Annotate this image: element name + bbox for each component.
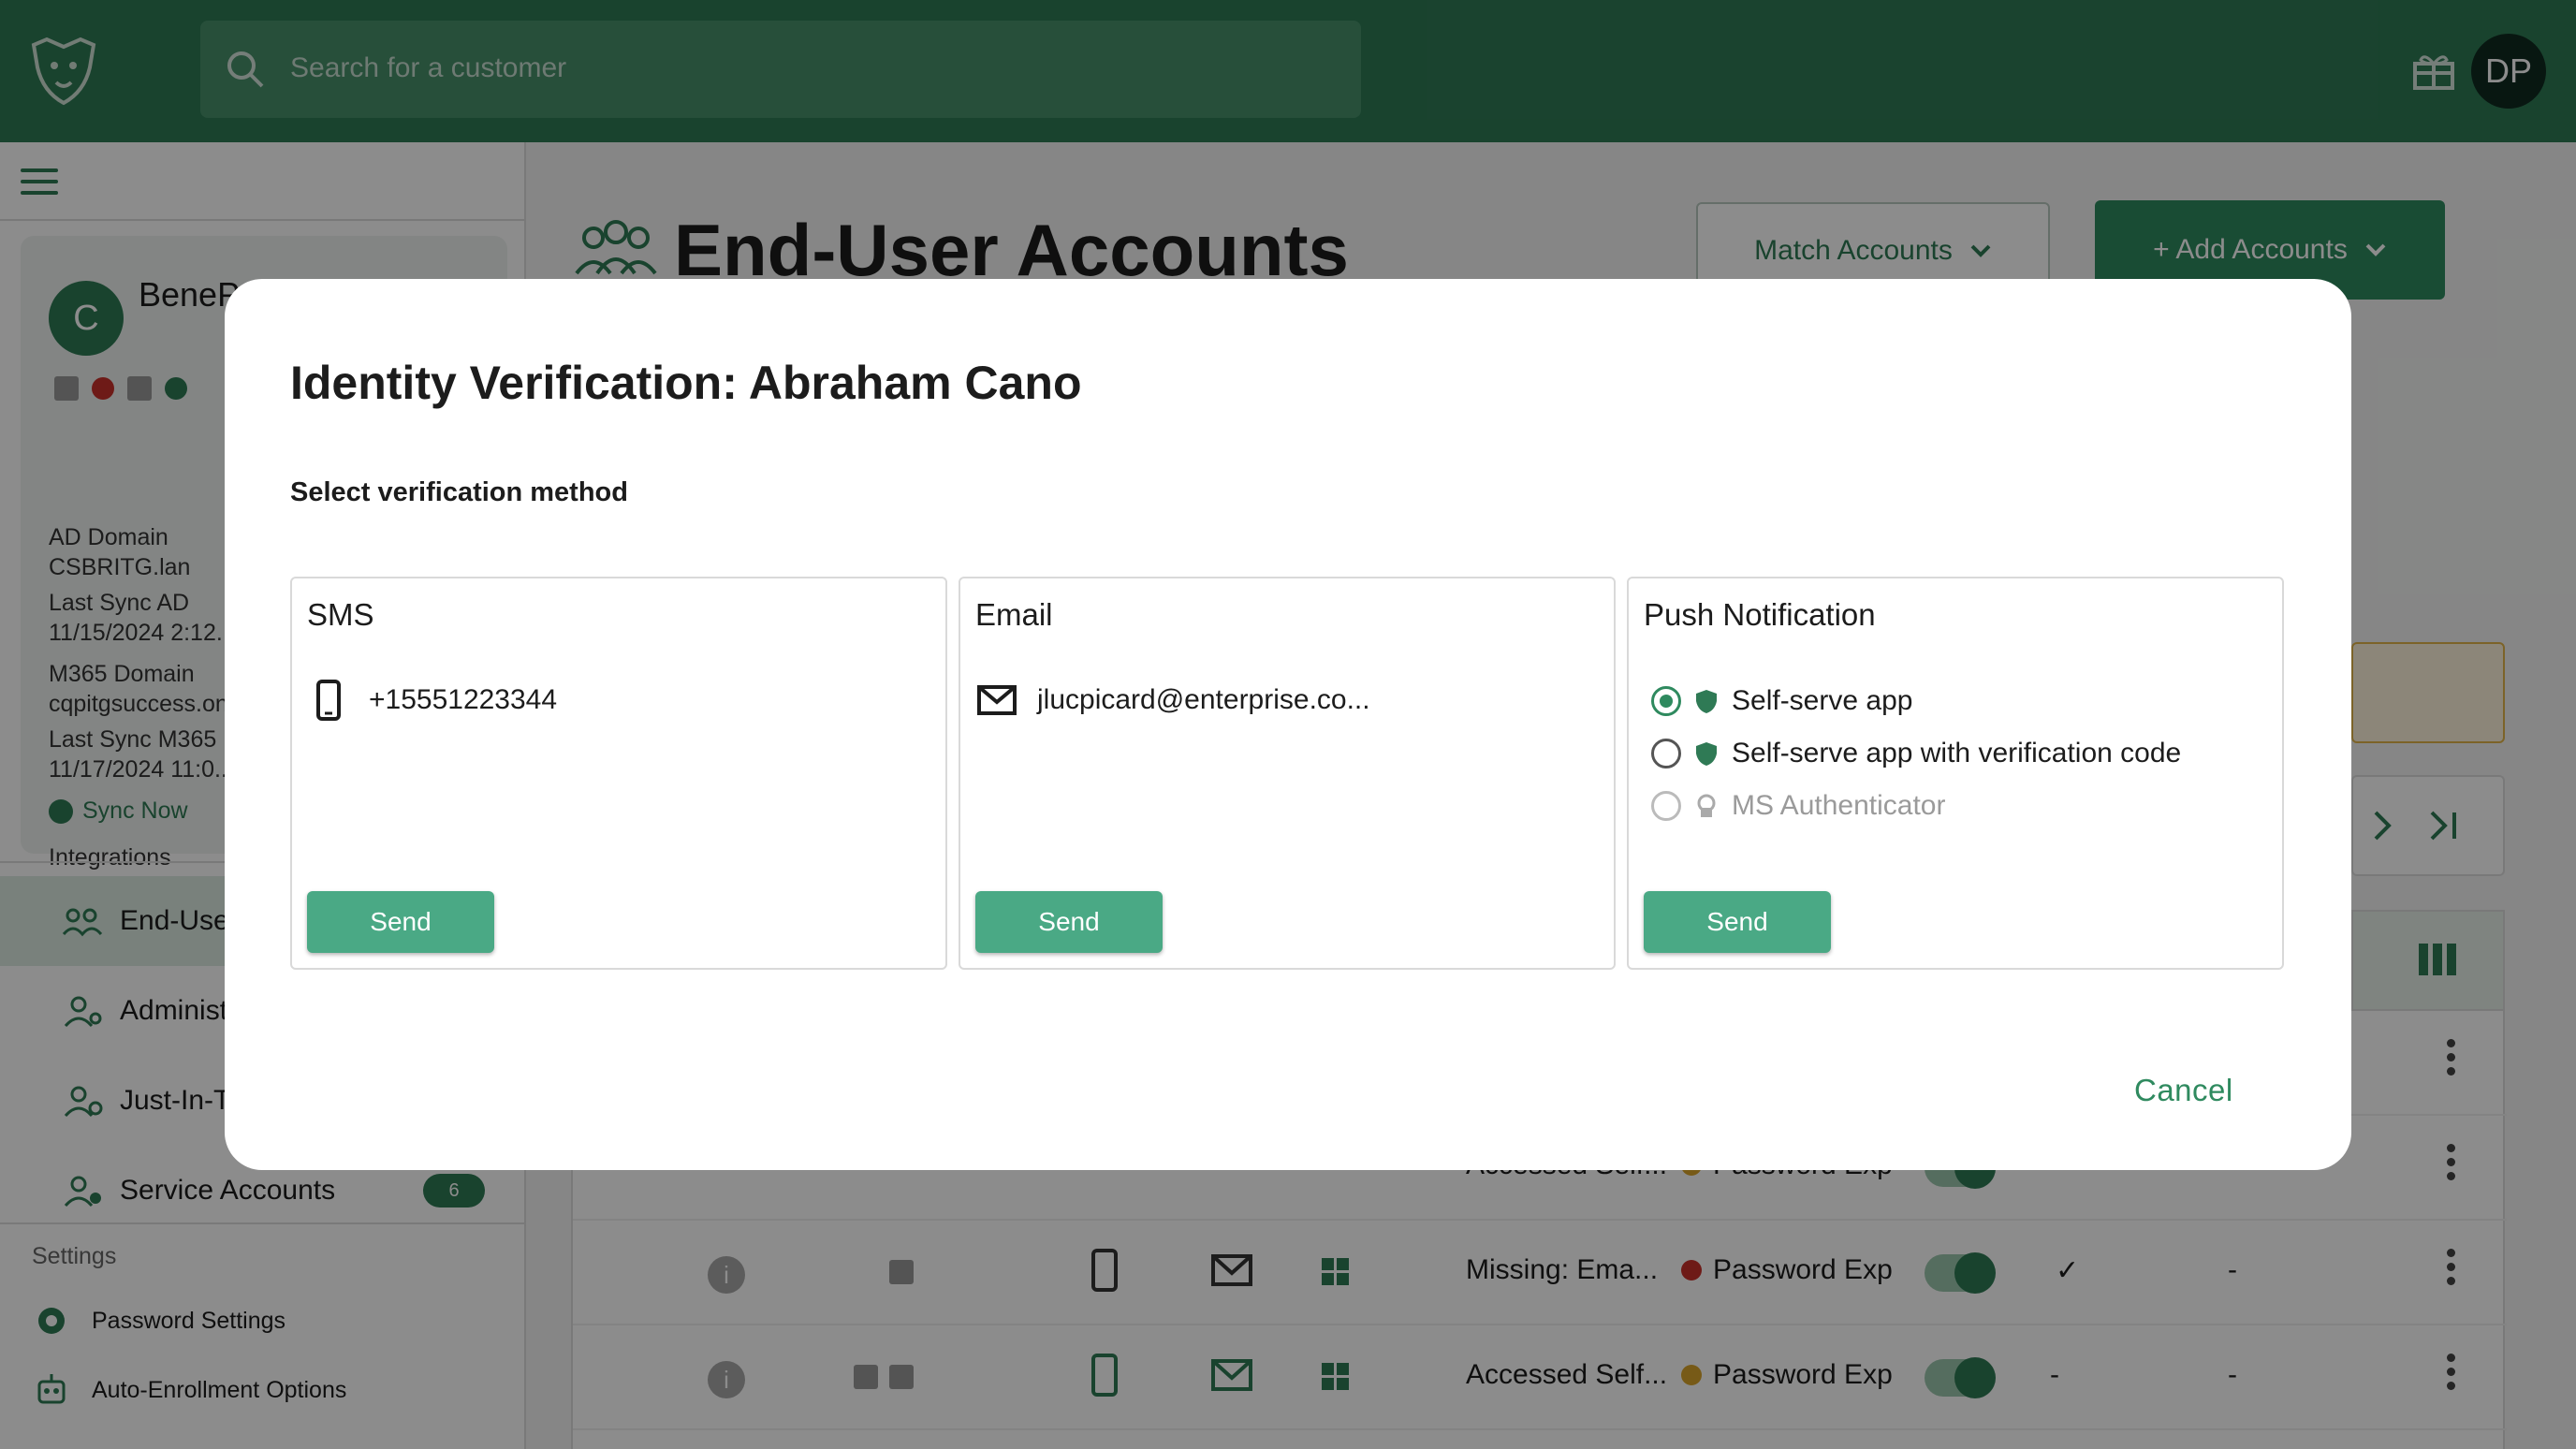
push-option-self-serve-app[interactable]: Self-serve app bbox=[1651, 685, 1912, 717]
option-label: Self-serve app with verification code bbox=[1732, 738, 2182, 768]
email-method-card: Email jlucpicard@enterprise.co... Send bbox=[959, 577, 1616, 970]
radio-unchecked[interactable] bbox=[1651, 739, 1681, 768]
dialog-title: Identity Verification: Abraham Cano bbox=[290, 357, 1082, 409]
cancel-button[interactable]: Cancel bbox=[2134, 1073, 2233, 1108]
radio-checked[interactable] bbox=[1651, 686, 1681, 716]
shield-icon bbox=[1696, 742, 1717, 766]
push-option-self-serve-app-code[interactable]: Self-serve app with verification code bbox=[1651, 738, 2181, 769]
phone-icon bbox=[316, 680, 341, 721]
phone-number: +15551223344 bbox=[309, 680, 557, 721]
option-label: MS Authenticator bbox=[1732, 790, 1946, 821]
card-title: Push Notification bbox=[1644, 597, 1876, 632]
email-address-value: jlucpicard@enterprise.co... bbox=[1037, 684, 1370, 715]
push-option-ms-authenticator: MS Authenticator bbox=[1651, 790, 1945, 822]
option-label: Self-serve app bbox=[1732, 685, 1913, 716]
authenticator-icon bbox=[1697, 794, 1716, 817]
send-push-button[interactable]: Send bbox=[1644, 891, 1831, 953]
send-sms-button[interactable]: Send bbox=[307, 891, 494, 953]
email-address: jlucpicard@enterprise.co... bbox=[977, 680, 1370, 721]
dialog-subtitle: Select verification method bbox=[290, 477, 628, 507]
card-title: Email bbox=[975, 597, 1053, 632]
sms-method-card: SMS +15551223344 Send bbox=[290, 577, 947, 970]
identity-verification-dialog: Identity Verification: Abraham Cano Sele… bbox=[225, 279, 2351, 1170]
phone-number-value: +15551223344 bbox=[369, 684, 558, 715]
radio-disabled bbox=[1651, 791, 1681, 821]
send-email-button[interactable]: Send bbox=[975, 891, 1163, 953]
card-title: SMS bbox=[307, 597, 374, 632]
mail-icon bbox=[977, 685, 1017, 715]
shield-icon bbox=[1696, 690, 1717, 713]
push-method-card: Push Notification Self-serve app Self-se… bbox=[1627, 577, 2284, 970]
